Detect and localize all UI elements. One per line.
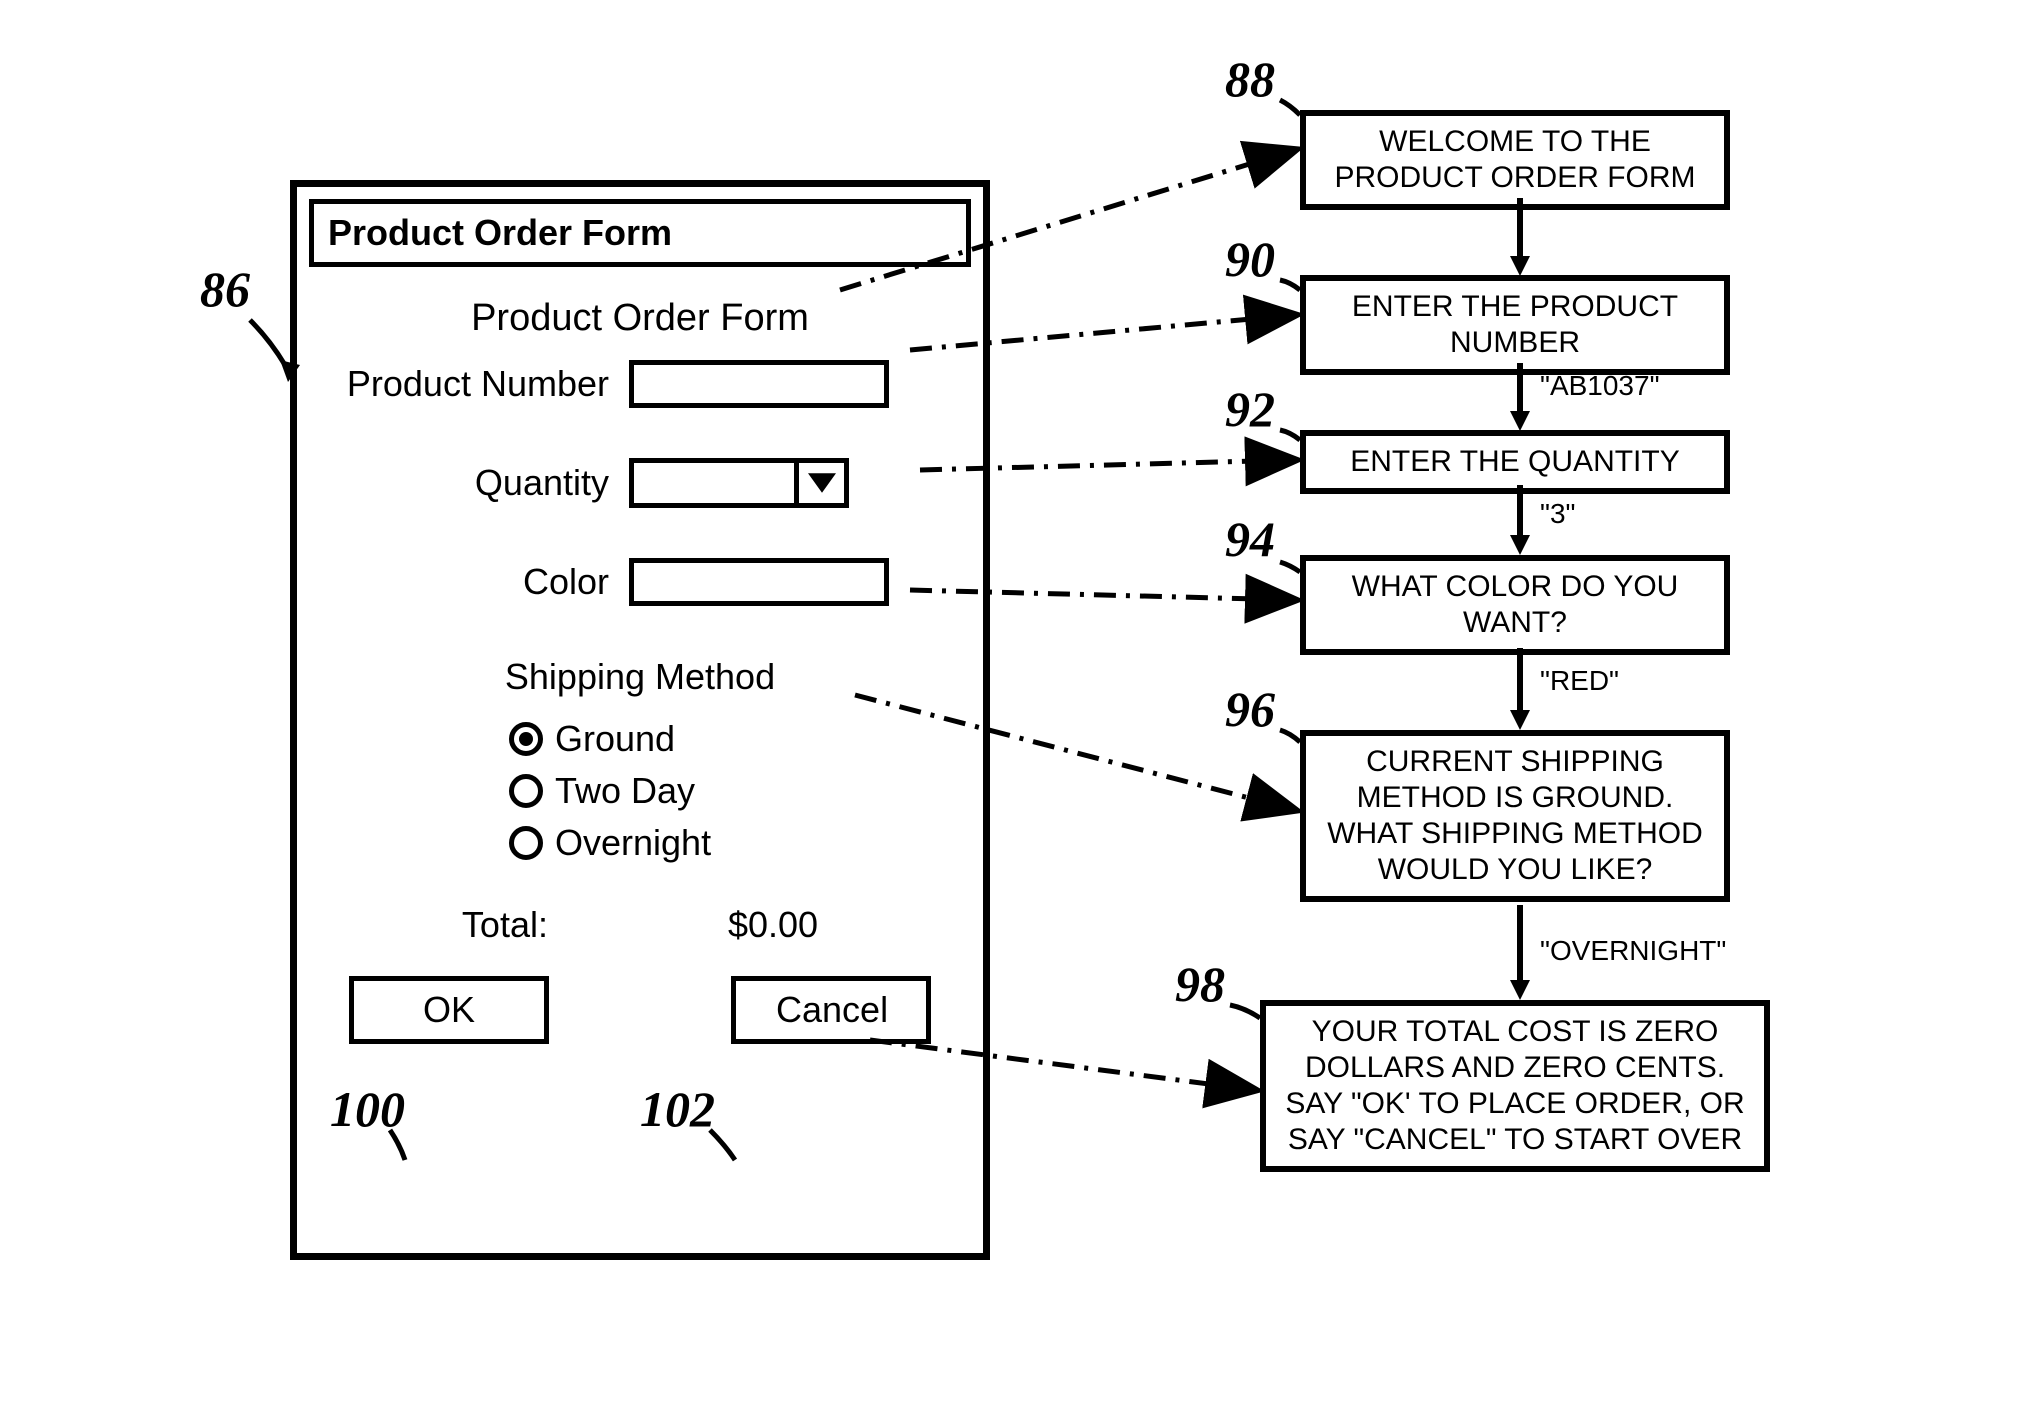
- callout-96: 96: [1225, 680, 1275, 738]
- shipping-method-label: Shipping Method: [309, 656, 971, 698]
- cancel-button[interactable]: Cancel: [731, 976, 931, 1044]
- radio-icon: [509, 774, 543, 808]
- flow-step-5: CURRENT SHIPPING METHOD IS GROUND. WHAT …: [1300, 730, 1730, 902]
- total-value: $0.00: [728, 904, 818, 946]
- callout-94: 94: [1225, 510, 1275, 568]
- color-input[interactable]: [629, 558, 889, 606]
- radio-label: Overnight: [555, 822, 711, 864]
- callout-90: 90: [1225, 230, 1275, 288]
- flow-step-2: ENTER THE PRODUCT NUMBER: [1300, 275, 1730, 375]
- flow-arrow: [1510, 485, 1530, 555]
- callout-88: 88: [1225, 50, 1275, 108]
- radio-icon: [509, 722, 543, 756]
- arrow-label-overnight: "OVERNIGHT": [1540, 935, 1726, 967]
- ok-button[interactable]: OK: [349, 976, 549, 1044]
- arrow-label-ab1037: "AB1037": [1540, 370, 1660, 402]
- title-bar: Product Order Form: [309, 199, 971, 267]
- product-number-input[interactable]: [629, 360, 889, 408]
- flow-arrow: [1510, 648, 1530, 730]
- flow-step-1: WELCOME TO THE PRODUCT ORDER FORM: [1300, 110, 1730, 210]
- quantity-label: Quantity: [309, 462, 609, 504]
- color-label: Color: [309, 561, 609, 603]
- callout-98: 98: [1175, 955, 1225, 1013]
- arrow-label-red: "RED": [1540, 665, 1619, 697]
- total-label: Total:: [462, 904, 548, 946]
- arrow-label-3: "3": [1540, 498, 1575, 530]
- radio-overnight[interactable]: Overnight: [509, 822, 971, 864]
- flow-step-6: YOUR TOTAL COST IS ZERO DOLLARS AND ZERO…: [1260, 1000, 1770, 1172]
- product-number-label: Product Number: [309, 363, 609, 405]
- radio-icon: [509, 826, 543, 860]
- callout-92: 92: [1225, 380, 1275, 438]
- quantity-dropdown[interactable]: [629, 458, 849, 508]
- callout-102: 102: [640, 1080, 715, 1138]
- flow-step-3: ENTER THE QUANTITY: [1300, 430, 1730, 494]
- chevron-down-icon[interactable]: [794, 463, 844, 503]
- callout-100: 100: [330, 1080, 405, 1138]
- form-heading: Product Order Form: [309, 297, 971, 340]
- shipping-method-group: Ground Two Day Overnight: [309, 718, 971, 864]
- flow-step-4: WHAT COLOR DO YOU WANT?: [1300, 555, 1730, 655]
- callout-86: 86: [200, 260, 250, 318]
- radio-label: Ground: [555, 718, 675, 760]
- radio-two-day[interactable]: Two Day: [509, 770, 971, 812]
- flow-arrow: [1510, 905, 1530, 1000]
- radio-label: Two Day: [555, 770, 695, 812]
- radio-ground[interactable]: Ground: [509, 718, 971, 760]
